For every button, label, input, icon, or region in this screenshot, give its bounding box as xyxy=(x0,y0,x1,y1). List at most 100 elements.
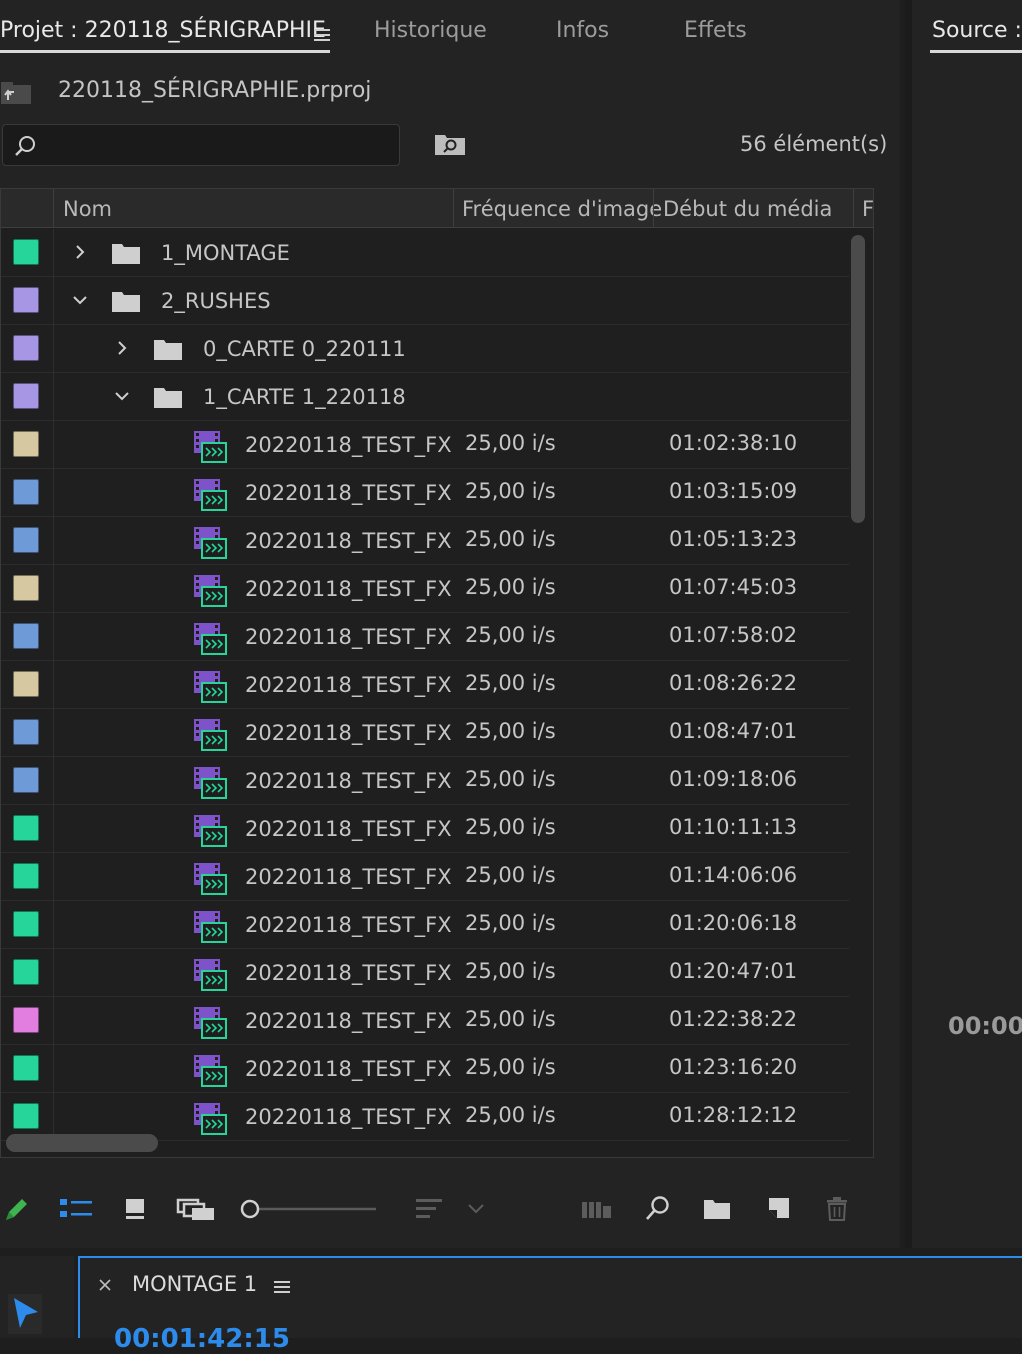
tab-effets[interactable]: Effets xyxy=(684,18,747,43)
label-color-swatch[interactable] xyxy=(13,1103,39,1129)
label-color-swatch[interactable] xyxy=(13,1055,39,1081)
clip-row[interactable]: 20220118_TEST_FX 25,00 i/s 01:22:38:22 xyxy=(1,997,849,1045)
label-color-swatch[interactable] xyxy=(13,767,39,793)
frame-rate: 25,00 i/s xyxy=(465,767,556,791)
clip-row[interactable]: 20220118_TEST_FX 25,00 i/s 01:07:58:02 xyxy=(1,613,849,661)
label-color-swatch[interactable] xyxy=(13,1007,39,1033)
source-timecode[interactable]: 00:00 xyxy=(948,1012,1022,1040)
new-item-icon[interactable] xyxy=(764,1194,792,1224)
bin-row[interactable]: 1_MONTAGE xyxy=(1,229,849,277)
video-clip-icon xyxy=(194,815,227,847)
automate-to-sequence-icon[interactable] xyxy=(580,1194,614,1224)
timeline-timecode[interactable]: 00:01:42:15 xyxy=(114,1324,290,1354)
freeform-view-icon[interactable] xyxy=(176,1194,216,1224)
label-color-swatch[interactable] xyxy=(13,287,39,313)
project-panel: Projet : 220118_SÉRIGRAPHIE Historique I… xyxy=(0,0,900,1248)
label-color-swatch[interactable] xyxy=(13,431,39,457)
media-start: 01:20:47:01 xyxy=(669,959,798,983)
clip-row[interactable]: 20220118_TEST_FX 25,00 i/s 01:09:18:06 xyxy=(1,757,849,805)
chevron-right-icon[interactable] xyxy=(73,245,87,259)
tab-infos[interactable]: Infos xyxy=(556,18,609,43)
timeline-panel: MONTAGE 1 00:01:42:15 xyxy=(78,1256,1022,1354)
project-folder-up-icon[interactable] xyxy=(0,80,34,106)
clip-row[interactable]: 20220118_TEST_FX 25,00 i/s 01:08:26:22 xyxy=(1,661,849,709)
column-header-nom[interactable]: Nom xyxy=(63,197,112,221)
sequence-tab-label[interactable]: MONTAGE 1 xyxy=(132,1272,257,1296)
label-color-swatch[interactable] xyxy=(13,815,39,841)
item-name: 20220118_TEST_FX xyxy=(245,1105,452,1129)
bin-search-icon[interactable] xyxy=(434,132,466,156)
active-tab-underline xyxy=(0,50,330,53)
panel-menu-icon[interactable] xyxy=(314,26,330,44)
close-icon[interactable] xyxy=(98,1278,112,1292)
video-clip-icon xyxy=(194,623,227,655)
media-start: 01:08:47:01 xyxy=(669,719,798,743)
new-bin-icon[interactable] xyxy=(702,1194,732,1224)
label-color-swatch[interactable] xyxy=(13,575,39,601)
label-color-swatch[interactable] xyxy=(13,527,39,553)
clip-row[interactable]: 20220118_TEST_FX 25,00 i/s 01:08:47:01 xyxy=(1,709,849,757)
label-color-swatch[interactable] xyxy=(13,671,39,697)
video-clip-icon xyxy=(194,863,227,895)
video-clip-icon xyxy=(194,431,227,463)
bin-row[interactable]: 2_RUSHES xyxy=(1,277,849,325)
column-header-frequence[interactable]: Fréquence d'image xyxy=(462,197,662,221)
timeline-menu-icon[interactable] xyxy=(274,1278,290,1296)
video-clip-icon xyxy=(194,575,227,607)
folder-icon xyxy=(154,388,182,408)
item-name: 20220118_TEST_FX xyxy=(245,961,452,985)
label-color-swatch[interactable] xyxy=(13,623,39,649)
clip-row[interactable]: 20220118_TEST_FX 25,00 i/s 01:20:06:18 xyxy=(1,901,849,949)
label-color-swatch[interactable] xyxy=(13,239,39,265)
source-tab-underline xyxy=(930,50,1022,53)
frame-rate: 25,00 i/s xyxy=(465,1007,556,1031)
tab-project[interactable]: Projet : 220118_SÉRIGRAPHIE xyxy=(0,18,326,43)
search-input[interactable] xyxy=(43,131,387,159)
list-view-icon[interactable] xyxy=(58,1194,94,1224)
zoom-slider[interactable] xyxy=(238,1194,378,1224)
clip-row[interactable]: 20220118_TEST_FX 25,00 i/s 01:03:15:09 xyxy=(1,469,849,517)
label-color-swatch[interactable] xyxy=(13,863,39,889)
item-name: 20220118_TEST_FX xyxy=(245,1057,452,1081)
bin-row[interactable]: 0_CARTE 0_220111 xyxy=(1,325,849,373)
tab-source[interactable]: Source : ( xyxy=(932,18,1022,43)
search-field[interactable] xyxy=(2,124,400,166)
chevron-down-icon[interactable] xyxy=(115,389,129,403)
pencil-icon[interactable] xyxy=(2,1194,32,1224)
label-color-swatch[interactable] xyxy=(13,719,39,745)
clip-row[interactable]: 20220118_TEST_FX 25,00 i/s 01:23:16:20 xyxy=(1,1045,849,1093)
column-header-truncated[interactable]: F xyxy=(862,197,873,221)
clip-row[interactable]: 20220118_TEST_FX 25,00 i/s 01:02:38:10 xyxy=(1,421,849,469)
label-color-swatch[interactable] xyxy=(13,959,39,985)
media-start: 01:23:16:20 xyxy=(669,1055,798,1079)
clip-row[interactable]: 20220118_TEST_FX 25,00 i/s 01:07:45:03 xyxy=(1,565,849,613)
bin-row[interactable]: 1_CARTE 1_220118 xyxy=(1,373,849,421)
media-start: 01:20:06:18 xyxy=(669,911,798,935)
frame-rate: 25,00 i/s xyxy=(465,1055,556,1079)
chevron-down-icon[interactable] xyxy=(73,293,87,307)
vertical-scrollbar[interactable] xyxy=(849,229,867,1149)
sort-dropdown-chevron-icon[interactable] xyxy=(466,1194,486,1224)
frame-rate: 25,00 i/s xyxy=(465,959,556,983)
sort-icon[interactable] xyxy=(414,1194,444,1224)
vertical-scroll-thumb[interactable] xyxy=(851,235,865,523)
label-color-swatch[interactable] xyxy=(13,335,39,361)
chevron-right-icon[interactable] xyxy=(115,341,129,355)
find-icon[interactable] xyxy=(644,1194,672,1224)
video-clip-icon xyxy=(194,479,227,511)
icon-view-icon[interactable] xyxy=(122,1194,150,1224)
frame-rate: 25,00 i/s xyxy=(465,863,556,887)
column-header-debut-media[interactable]: Début du média xyxy=(663,197,832,221)
clip-row[interactable]: 20220118_TEST_FX 25,00 i/s 01:20:47:01 xyxy=(1,949,849,997)
trash-icon[interactable] xyxy=(824,1194,850,1224)
horizontal-scroll-thumb[interactable] xyxy=(6,1134,158,1152)
clip-row[interactable]: 20220118_TEST_FX 25,00 i/s 01:14:06:06 xyxy=(1,853,849,901)
frame-rate: 25,00 i/s xyxy=(465,815,556,839)
tab-historique[interactable]: Historique xyxy=(374,18,487,43)
label-color-swatch[interactable] xyxy=(13,383,39,409)
label-color-swatch[interactable] xyxy=(13,911,39,937)
label-color-swatch[interactable] xyxy=(13,479,39,505)
clip-row[interactable]: 20220118_TEST_FX 25,00 i/s 01:05:13:23 xyxy=(1,517,849,565)
clip-row[interactable]: 20220118_TEST_FX 25,00 i/s 01:10:11:13 xyxy=(1,805,849,853)
selection-tool-icon[interactable] xyxy=(8,1294,42,1334)
